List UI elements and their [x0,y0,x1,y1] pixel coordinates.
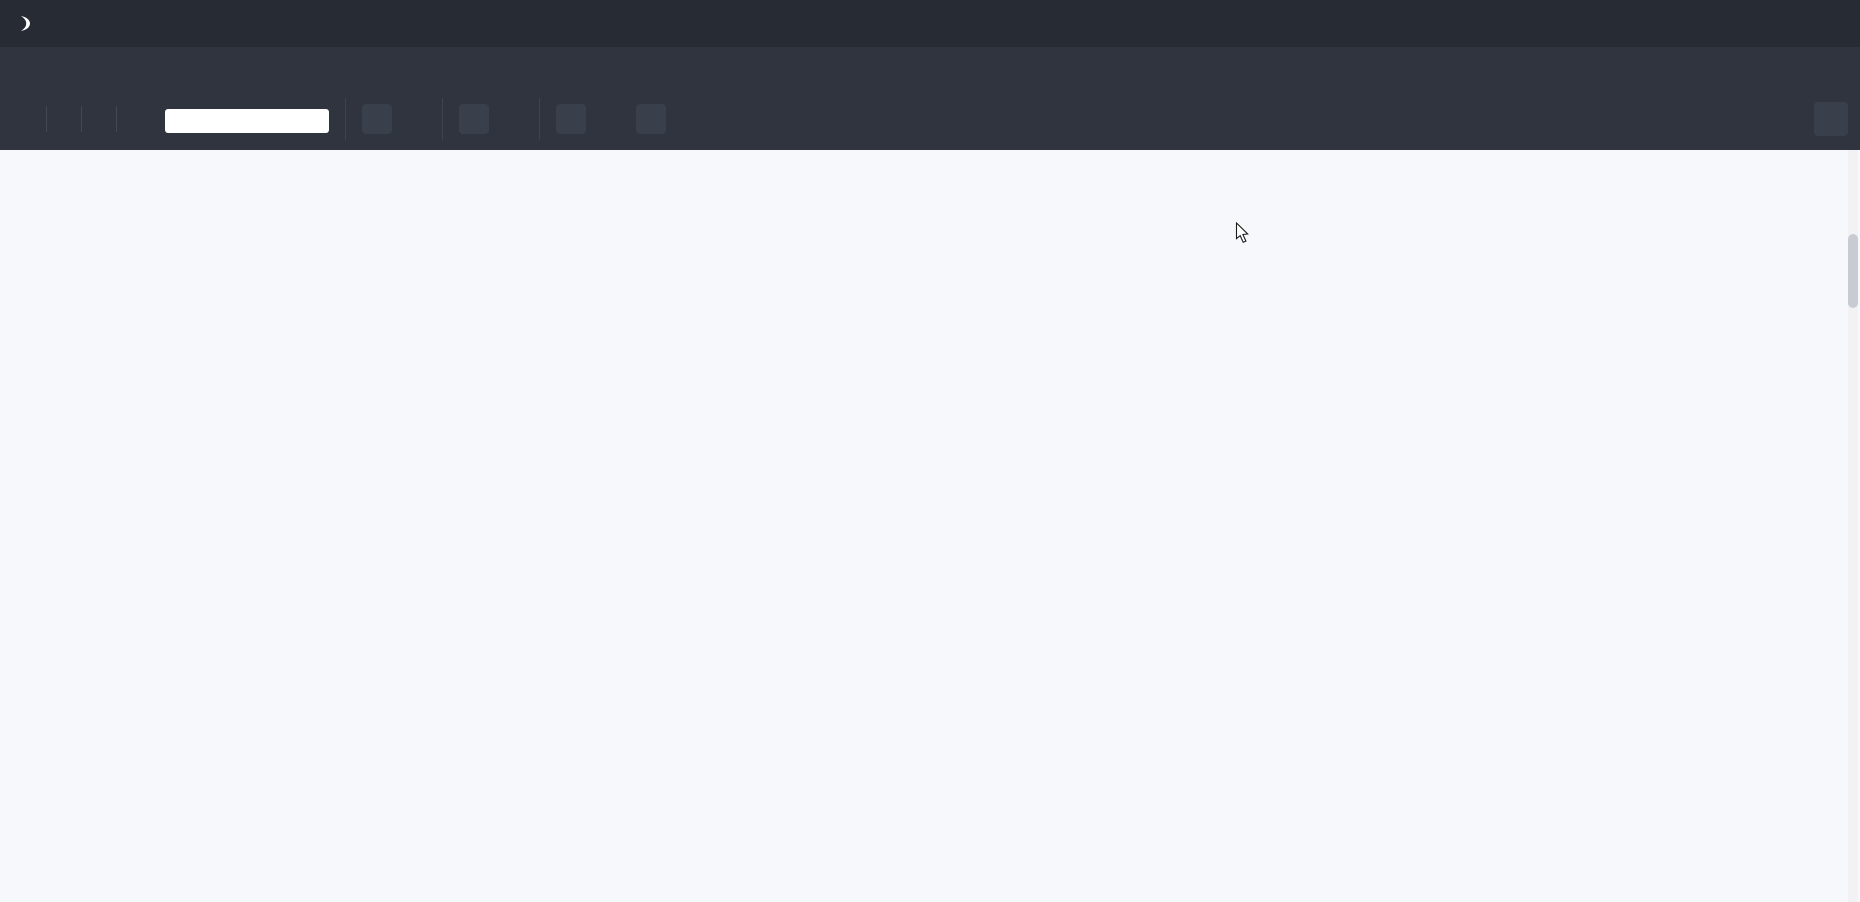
topbar [0,0,1860,47]
current-service-select[interactable] [362,104,426,134]
service-group-input[interactable] [165,109,329,133]
service-icon-box [362,104,392,134]
dashboard-tabs [0,47,1860,88]
panel-toggle-button[interactable] [1814,102,1848,136]
current-instance-select[interactable] [556,104,620,134]
reload-templates-button[interactable] [117,104,151,134]
toolbar-divider [345,98,346,140]
import-template-button[interactable] [47,104,81,134]
crescent-icon [18,16,31,31]
toolbar-divider [442,98,443,140]
page-scrollbar[interactable] [1848,150,1858,902]
lock-template-button[interactable] [12,104,46,134]
toolbar [0,88,1860,150]
scrollbar-thumb[interactable] [1848,234,1858,308]
endpoint-icon-box [459,104,489,134]
mouse-cursor [1235,222,1253,246]
current-endpoint-select[interactable] [459,104,523,134]
logo[interactable] [16,16,134,32]
export-template-button[interactable] [82,104,116,134]
instance-icon-box [556,104,586,134]
info-button[interactable] [636,104,666,134]
toolbar-divider [539,98,540,140]
view-tabs-row [0,150,1860,170]
app-root [0,0,1860,902]
service-group-field [165,105,329,133]
